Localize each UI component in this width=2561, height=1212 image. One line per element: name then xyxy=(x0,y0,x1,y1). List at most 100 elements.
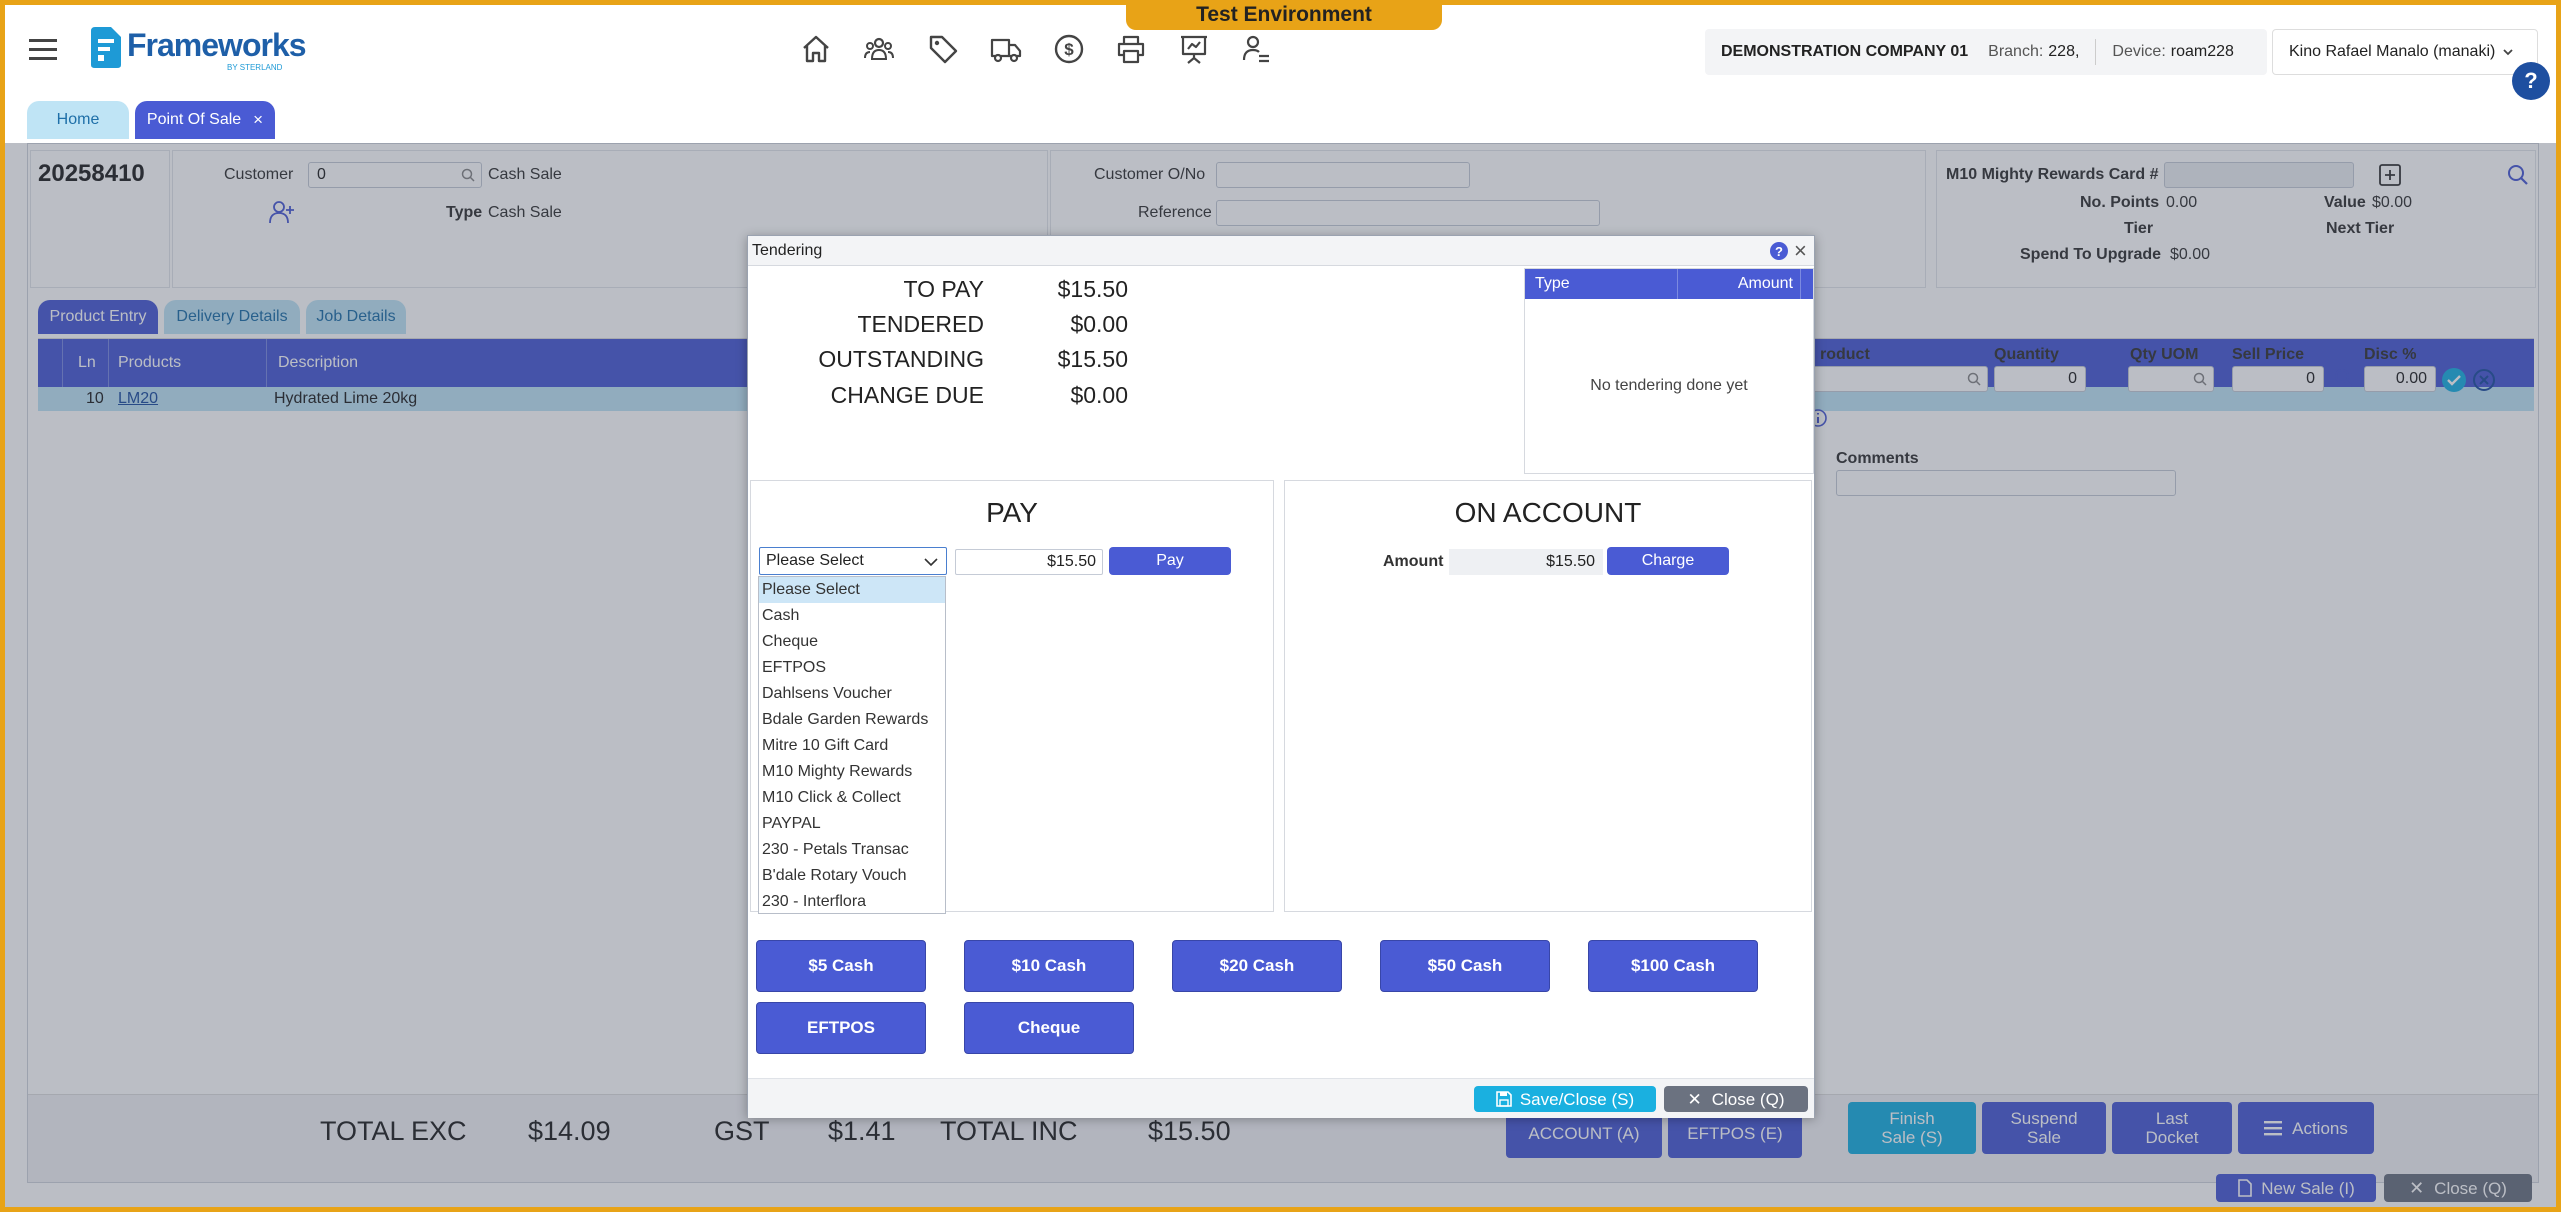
payment-type-dropdown-list: Please Select Cash Cheque EFTPOS Dahlsen… xyxy=(758,576,946,914)
device-label: Device: xyxy=(2112,43,2166,60)
cash-5-label: $5 Cash xyxy=(808,956,874,975)
change-due-value: $0.00 xyxy=(1070,382,1128,408)
dropdown-option[interactable]: B'dale Rotary Vouch xyxy=(759,863,945,889)
app-window: Frameworks BY STERLAND $ Test Environmen… xyxy=(5,5,2556,1207)
tender-header-type: Type xyxy=(1535,275,1570,292)
chevron-down-icon xyxy=(924,558,938,567)
separator xyxy=(2095,39,2097,65)
help-bubble-label: ? xyxy=(2524,68,2538,93)
cash-50-label: $50 Cash xyxy=(1427,956,1503,975)
company-name: DEMONSTRATION COMPANY 01 xyxy=(1721,43,1969,60)
dropdown-option[interactable]: PAYPAL xyxy=(759,811,945,837)
cash-100-label: $100 Cash xyxy=(1630,956,1716,975)
help-bubble-icon[interactable]: ? xyxy=(2512,62,2550,100)
dropdown-option[interactable]: M10 Click & Collect xyxy=(759,785,945,811)
pay-amount-value: $15.50 xyxy=(1047,553,1096,570)
hamburger-menu-icon[interactable] xyxy=(29,37,59,63)
cheque-label: Cheque xyxy=(1017,1018,1081,1037)
truck-icon[interactable] xyxy=(990,33,1022,65)
tab-point-of-sale[interactable]: Point Of Sale × xyxy=(135,101,275,139)
user-menu[interactable]: Kino Rafael Manalo (manaki) xyxy=(2272,29,2538,75)
company-info: DEMONSTRATION COMPANY 01 Branch: 228, De… xyxy=(1705,29,2267,75)
pay-title: PAY xyxy=(986,497,1038,528)
tab-close-icon[interactable]: × xyxy=(253,110,263,130)
payment-type-value: Please Select xyxy=(766,552,864,569)
presentation-icon[interactable] xyxy=(1178,33,1210,65)
charge-button-label: Charge xyxy=(1641,552,1695,569)
payment-type-select[interactable]: Please Select xyxy=(759,547,947,575)
tendered-label: TENDERED xyxy=(857,311,984,337)
logo-subtext: BY STERLAND xyxy=(227,63,283,72)
cash-5-button[interactable]: $5 Cash xyxy=(756,940,926,992)
people-icon[interactable] xyxy=(863,33,895,65)
cash-10-label: $10 Cash xyxy=(1011,956,1087,975)
cheque-button[interactable]: Cheque xyxy=(964,1002,1134,1054)
save-icon xyxy=(1496,1091,1512,1107)
to-pay-label: TO PAY xyxy=(903,276,984,302)
svg-text:$: $ xyxy=(1064,40,1074,59)
pay-button-label: Pay xyxy=(1156,552,1184,569)
dropdown-option[interactable]: EFTPOS xyxy=(759,655,945,681)
tender-table: Type Amount No tendering done yet xyxy=(1524,268,1814,474)
device-value: roam228 xyxy=(2170,43,2234,60)
tender-table-header: Type Amount xyxy=(1525,269,1813,299)
dropdown-option[interactable]: 230 - Interflora xyxy=(759,889,945,913)
dropdown-option[interactable]: Cheque xyxy=(759,629,945,655)
cash-10-button[interactable]: $10 Cash xyxy=(964,940,1134,992)
tab-pos-label: Point Of Sale xyxy=(146,111,242,128)
on-account-amount-value: $15.50 xyxy=(1546,553,1595,570)
eftpos-button[interactable]: EFTPOS xyxy=(756,1002,926,1054)
cash-20-button[interactable]: $20 Cash xyxy=(1172,940,1342,992)
on-account-amount-label: Amount xyxy=(1383,553,1444,570)
dropdown-option[interactable]: Mitre 10 Gift Card xyxy=(759,733,945,759)
user-name: Kino Rafael Manalo (manaki) xyxy=(2289,43,2496,60)
home-icon[interactable] xyxy=(800,33,832,65)
tag-icon[interactable] xyxy=(927,33,959,65)
dropdown-option[interactable]: 230 - Petals Transac xyxy=(759,837,945,863)
logo-text: Frameworks xyxy=(127,27,307,63)
pay-amount-input[interactable]: $15.50 xyxy=(955,549,1103,575)
pay-button[interactable]: Pay xyxy=(1109,547,1231,575)
dialog-close-icon[interactable]: × xyxy=(1794,238,1807,264)
close-x-icon: ✕ xyxy=(1687,1089,1702,1109)
tender-header-amount: Amount xyxy=(1737,275,1793,292)
charge-button[interactable]: Charge xyxy=(1607,547,1729,575)
close-dialog-label: Close (Q) xyxy=(1711,1089,1785,1109)
on-account-title: ON ACCOUNT xyxy=(1454,497,1642,528)
on-account-amount-input[interactable]: $15.50 xyxy=(1449,549,1603,575)
save-close-label: Save/Close (S) xyxy=(1519,1089,1635,1109)
branch-value: 228, xyxy=(2048,43,2080,60)
printer-icon[interactable] xyxy=(1115,33,1147,65)
environment-badge: Test Environment xyxy=(1126,5,1442,30)
eftpos-label: EFTPOS xyxy=(806,1018,875,1037)
dialog-help-label: ? xyxy=(1775,243,1783,259)
dropdown-option[interactable]: M10 Mighty Rewards xyxy=(759,759,945,785)
cash-50-button[interactable]: $50 Cash xyxy=(1380,940,1550,992)
dollar-icon[interactable]: $ xyxy=(1053,33,1085,65)
cash-100-button[interactable]: $100 Cash xyxy=(1588,940,1758,992)
cash-20-label: $20 Cash xyxy=(1219,956,1295,975)
chevron-down-icon xyxy=(2503,49,2513,56)
branch-label: Branch: xyxy=(1988,43,2044,60)
tender-empty-text: No tendering done yet xyxy=(1590,377,1748,394)
dialog-help-icon[interactable]: ? xyxy=(1770,242,1788,260)
tab-home-label: Home xyxy=(56,111,100,128)
to-pay-value: $15.50 xyxy=(1057,276,1128,302)
tab-home[interactable]: Home xyxy=(27,101,129,139)
close-dialog-button[interactable]: ✕ Close (Q) xyxy=(1664,1086,1808,1112)
dialog-titlebar: Tendering ? × xyxy=(748,236,1814,266)
user-settings-icon[interactable] xyxy=(1241,33,1273,65)
dropdown-option[interactable]: Please Select xyxy=(759,577,945,603)
outstanding-value: $15.50 xyxy=(1057,346,1128,372)
outstanding-label: OUTSTANDING xyxy=(818,346,984,372)
dropdown-option[interactable]: Dahlsens Voucher xyxy=(759,681,945,707)
environment-badge-label: Test Environment xyxy=(1196,5,1372,26)
dropdown-option[interactable]: Cash xyxy=(759,603,945,629)
dialog-title: Tendering xyxy=(752,242,823,259)
tendered-value: $0.00 xyxy=(1070,311,1128,337)
dropdown-option[interactable]: Bdale Garden Rewards xyxy=(759,707,945,733)
frameworks-logo[interactable]: Frameworks BY STERLAND xyxy=(87,23,307,75)
on-account-panel: ON ACCOUNT Amount $15.50 Charge xyxy=(1284,480,1812,912)
change-due-label: CHANGE DUE xyxy=(830,382,984,408)
save-close-button[interactable]: Save/Close (S) xyxy=(1474,1086,1656,1112)
